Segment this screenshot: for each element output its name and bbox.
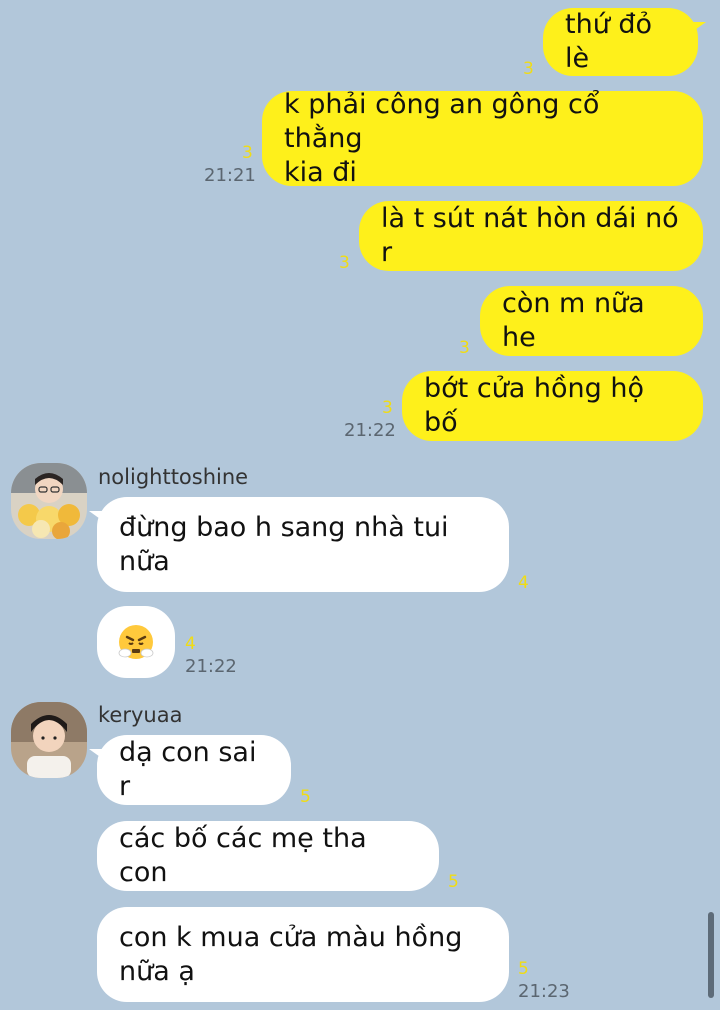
unread-count: 3 — [339, 253, 350, 273]
message-bubble-outgoing[interactable]: thứ đỏ lè — [543, 8, 706, 76]
avatar-photo-keryuaa — [11, 702, 87, 778]
unread-count: 5 — [518, 959, 529, 979]
unread-count: 3 — [242, 143, 253, 163]
message-timestamp: 21:21 — [204, 165, 256, 186]
message-text: là t sút nát hòn dái nó r — [381, 203, 688, 268]
message-timestamp: 21:22 — [185, 656, 237, 677]
message-timestamp: 21:22 — [344, 420, 396, 441]
message-text: đừng bao h sang nhà tui nữa — [119, 511, 449, 577]
avatar-photo-nolighttoshine — [11, 463, 87, 539]
message-timestamp: 21:23 — [518, 981, 570, 1002]
sender-name: nolighttoshine — [98, 465, 249, 489]
unread-count: 4 — [518, 573, 529, 593]
message-text: các bố các mẹ tha con — [119, 823, 376, 888]
message-text: thứ đỏ lè — [565, 9, 661, 74]
message-bubble-outgoing[interactable]: bớt cửa hồng hộ bố — [402, 371, 703, 441]
unread-count: 3 — [382, 398, 393, 418]
scrollbar[interactable] — [708, 912, 714, 998]
message-bubble-outgoing[interactable]: là t sút nát hòn dái nó r — [359, 201, 703, 271]
unread-count: 3 — [459, 338, 470, 358]
message-text: k phải công an gông cổ thằng kia đi — [284, 88, 600, 188]
message-bubble-incoming[interactable]: con k mua cửa màu hồng nữa ạ — [97, 907, 509, 1002]
emoji-message-bubble[interactable] — [97, 606, 175, 678]
message-bubble-incoming[interactable]: các bố các mẹ tha con — [97, 821, 439, 891]
unread-count: 5 — [300, 787, 311, 807]
avatar[interactable] — [11, 463, 87, 539]
avatar[interactable] — [11, 702, 87, 778]
unread-count: 3 — [523, 59, 534, 79]
sender-name: keryuaa — [98, 703, 183, 727]
angry-steam-emoji-icon — [118, 625, 154, 659]
message-bubble-incoming[interactable]: dạ con sai r — [89, 735, 291, 805]
unread-count: 5 — [448, 872, 459, 892]
unread-count: 4 — [185, 634, 196, 654]
message-bubble-outgoing[interactable]: k phải công an gông cổ thằng kia đi — [262, 89, 703, 188]
message-text: dạ con sai r — [119, 737, 266, 802]
message-bubble-outgoing[interactable]: còn m nữa he — [480, 286, 703, 356]
message-text: còn m nữa he — [502, 288, 654, 353]
message-bubble-incoming[interactable]: đừng bao h sang nhà tui nữa — [89, 497, 509, 592]
message-text: con k mua cửa màu hồng nữa ạ — [119, 921, 463, 987]
message-text: bớt cửa hồng hộ bố — [424, 373, 653, 438]
